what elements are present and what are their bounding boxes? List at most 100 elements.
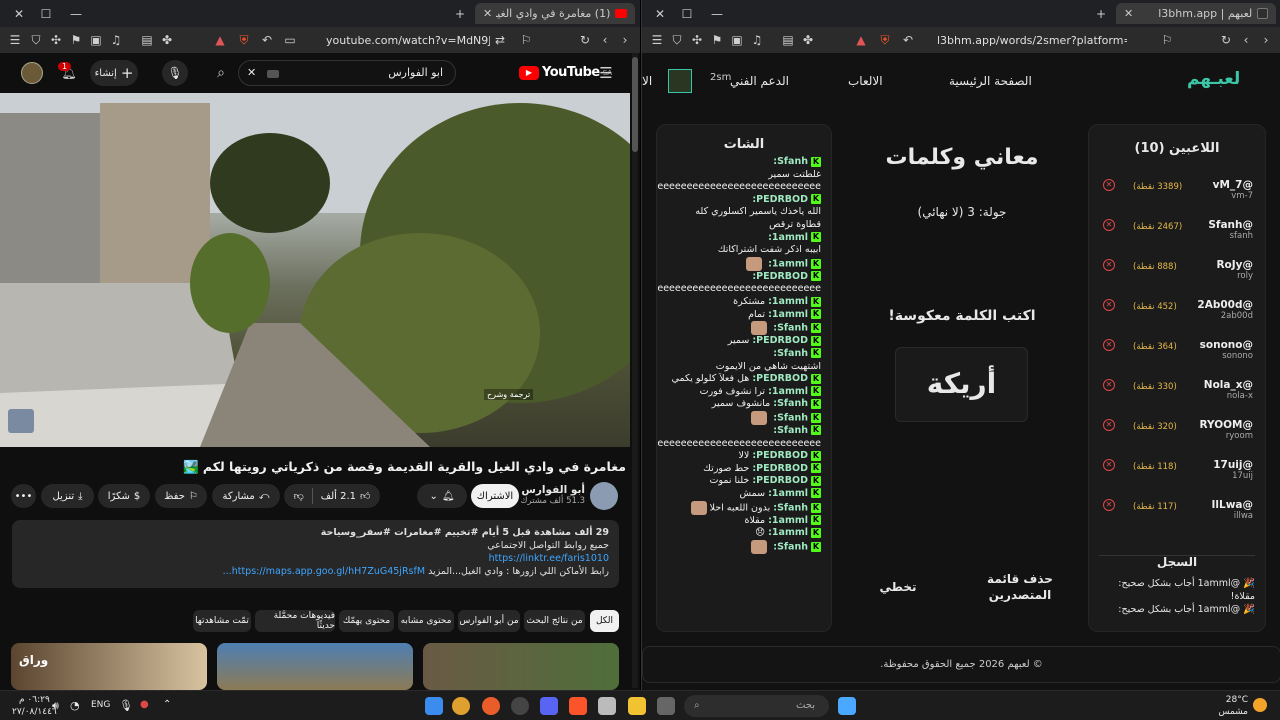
video-description[interactable]: 29 ألف مشاهدة قبل 5 أيام #تخييم #مغامرات… xyxy=(12,520,619,588)
chip-all[interactable]: الكل xyxy=(590,610,619,632)
reload-page-icon[interactable]: ↶ xyxy=(258,31,276,49)
voice-search-button[interactable]: 🎙︎ xyxy=(162,60,188,86)
remove-player-icon[interactable]: ✕ xyxy=(1103,339,1115,351)
chat-username[interactable]: 1amml: xyxy=(768,296,808,307)
thanks-button[interactable]: $ شكرًا xyxy=(98,484,150,508)
chip-from-search[interactable]: من نتائج البحث xyxy=(524,610,585,632)
linktree-link[interactable]: https://linktr.ee/faris1010 xyxy=(22,552,609,565)
chat-username[interactable]: Sfanh: xyxy=(773,398,808,409)
subscribe-button[interactable]: الاشتراك xyxy=(471,484,519,508)
remove-player-icon[interactable]: ✕ xyxy=(1103,499,1115,511)
scrollbar[interactable] xyxy=(632,53,638,688)
music-icon[interactable]: ♫ xyxy=(748,31,766,49)
chat-username[interactable]: PEDRBOD: xyxy=(752,373,808,384)
reload-icon[interactable]: ↻ xyxy=(1217,31,1235,49)
remove-player-icon[interactable]: ✕ xyxy=(1103,379,1115,391)
nav-more[interactable]: الا xyxy=(642,74,652,88)
chip-from-channel[interactable]: من أبو الفوارس xyxy=(458,610,520,632)
download-button[interactable]: ⤓ تنزيل xyxy=(41,484,94,508)
remove-player-icon[interactable]: ✕ xyxy=(1103,179,1115,191)
chat-username[interactable]: Sfanh: xyxy=(773,348,808,359)
warning-icon[interactable]: ▲ xyxy=(852,31,870,49)
chip-similar[interactable]: محتوى مشابه xyxy=(398,610,454,632)
new-tab-icon[interactable]: + xyxy=(451,5,469,23)
chat-username[interactable]: PEDRBOD: xyxy=(752,475,808,486)
chat-username[interactable]: PEDRBOD: xyxy=(752,463,808,474)
minimize-icon[interactable]: — xyxy=(67,5,85,23)
remove-player-icon[interactable]: ✕ xyxy=(1103,219,1115,231)
store-icon[interactable] xyxy=(598,697,616,715)
sidebar-icon[interactable]: ▣ xyxy=(728,31,746,49)
clock[interactable]: ٠٦:٢٩ م ٢٧/٠٨/١٤٤٦ xyxy=(12,694,57,718)
language-indicator[interactable]: ENG xyxy=(91,700,110,710)
recommended-thumbnail-2[interactable] xyxy=(217,643,413,690)
chat-username[interactable]: 1amml: xyxy=(768,488,808,499)
close-window-icon[interactable]: ✕ xyxy=(651,5,669,23)
chat-username[interactable]: Sfanh: xyxy=(773,156,808,167)
chip-watched[interactable]: تمّت مشاهدتها xyxy=(193,610,251,632)
menu-icon[interactable]: ☰ xyxy=(648,31,666,49)
back-icon[interactable]: ‹ xyxy=(1237,31,1255,49)
minimize-icon[interactable]: — xyxy=(708,5,726,23)
video-player[interactable]: ترجمة وشرح xyxy=(0,93,630,447)
nav-games[interactable]: الالعاب xyxy=(848,74,883,88)
chat-username[interactable]: 1amml: xyxy=(768,515,808,526)
files-app-icon[interactable] xyxy=(425,697,443,715)
hamburger-menu-icon[interactable]: ☰ xyxy=(597,64,615,82)
obs-icon[interactable] xyxy=(511,697,529,715)
delete-leaderboard-button[interactable]: حذف قائمة المتصدرين xyxy=(965,571,1075,603)
close-window-icon[interactable]: ✕ xyxy=(10,5,28,23)
forward-icon[interactable]: › xyxy=(616,31,634,49)
close-tab-icon[interactable]: ✕ xyxy=(1124,7,1133,20)
back-icon[interactable]: ‹ xyxy=(596,31,614,49)
remove-player-icon[interactable]: ✕ xyxy=(1103,459,1115,471)
forward-icon[interactable]: › xyxy=(1257,31,1275,49)
puzzle-icon[interactable]: ✤ xyxy=(158,31,176,49)
chat-username[interactable]: Sfanh: xyxy=(773,541,808,552)
maximize-icon[interactable]: ☐ xyxy=(37,5,55,23)
reload-page-icon[interactable]: ↶ xyxy=(899,31,917,49)
bookmark-icon[interactable]: ⚑ xyxy=(708,31,726,49)
speaker-icon[interactable]: 🔊︎ xyxy=(52,699,59,713)
warning-icon[interactable]: ▲ xyxy=(211,31,229,49)
explorer-icon[interactable] xyxy=(628,697,646,715)
chat-username[interactable]: PEDRBOD: xyxy=(752,335,808,346)
chevron-up-icon[interactable]: ⌃ xyxy=(163,699,171,710)
chat-username[interactable]: 1amml: xyxy=(768,309,808,320)
share-url-icon[interactable]: ⇄ xyxy=(491,31,509,49)
chat-username[interactable]: PEDRBOD: xyxy=(752,271,808,282)
tab-youtube[interactable]: (1) مغامرة في وادي الغيل والقر ✕ xyxy=(475,3,635,24)
app-icon[interactable] xyxy=(482,697,500,715)
chat-username[interactable]: 1amml: xyxy=(768,232,808,243)
maximize-icon[interactable]: ☐ xyxy=(678,5,696,23)
chat-username[interactable]: PEDRBOD: xyxy=(752,194,808,205)
discord-icon[interactable] xyxy=(540,697,558,715)
brave-shield-icon[interactable]: ⛨ xyxy=(235,31,253,49)
brave-shield-icon[interactable]: ⛨ xyxy=(876,31,894,49)
nav-home[interactable]: الصفحة الرئيسية xyxy=(949,74,1032,88)
bookmark-icon[interactable]: ⚑ xyxy=(67,31,85,49)
chat-username[interactable]: 1amml: xyxy=(768,527,808,538)
keyboard-icon[interactable] xyxy=(267,70,279,78)
menu-icon[interactable]: ☰ xyxy=(6,31,24,49)
music-icon[interactable]: ♫ xyxy=(107,31,125,49)
maps-link[interactable]: https://maps.app.goo.gl/hH7ZuG45jRsfM... xyxy=(223,566,425,577)
screenshot-icon[interactable]: ▤ xyxy=(779,31,797,49)
weather-widget[interactable]: 28°C مشمس xyxy=(1218,694,1248,718)
chat-username[interactable]: PEDRBOD: xyxy=(752,450,808,461)
avatar[interactable] xyxy=(21,62,43,84)
new-tab-icon[interactable]: + xyxy=(1092,5,1110,23)
dislike-button[interactable]: 👎︎ xyxy=(294,490,304,502)
shield-icon[interactable]: ⛉ xyxy=(27,31,45,49)
chip-recently-uploaded[interactable]: فيديوهات محمَّلة حديثًا xyxy=(255,610,335,632)
channel-info[interactable]: أبو الفوارس 51.3 ألف مشترك xyxy=(520,484,586,506)
more-actions-button[interactable]: ••• xyxy=(11,484,36,508)
recommended-thumbnail-1[interactable]: وراق xyxy=(11,643,207,690)
share-button[interactable]: ⤺ مشاركة xyxy=(212,484,280,508)
taskbar-search[interactable]: بحث ⌕ xyxy=(684,695,829,717)
chat-username[interactable]: Sfanh: xyxy=(773,323,808,334)
remove-player-icon[interactable]: ✕ xyxy=(1103,259,1115,271)
close-tab-icon[interactable]: ✕ xyxy=(483,7,492,20)
chat-username[interactable]: Sfanh: xyxy=(773,425,808,436)
user-avatar[interactable] xyxy=(668,69,692,93)
